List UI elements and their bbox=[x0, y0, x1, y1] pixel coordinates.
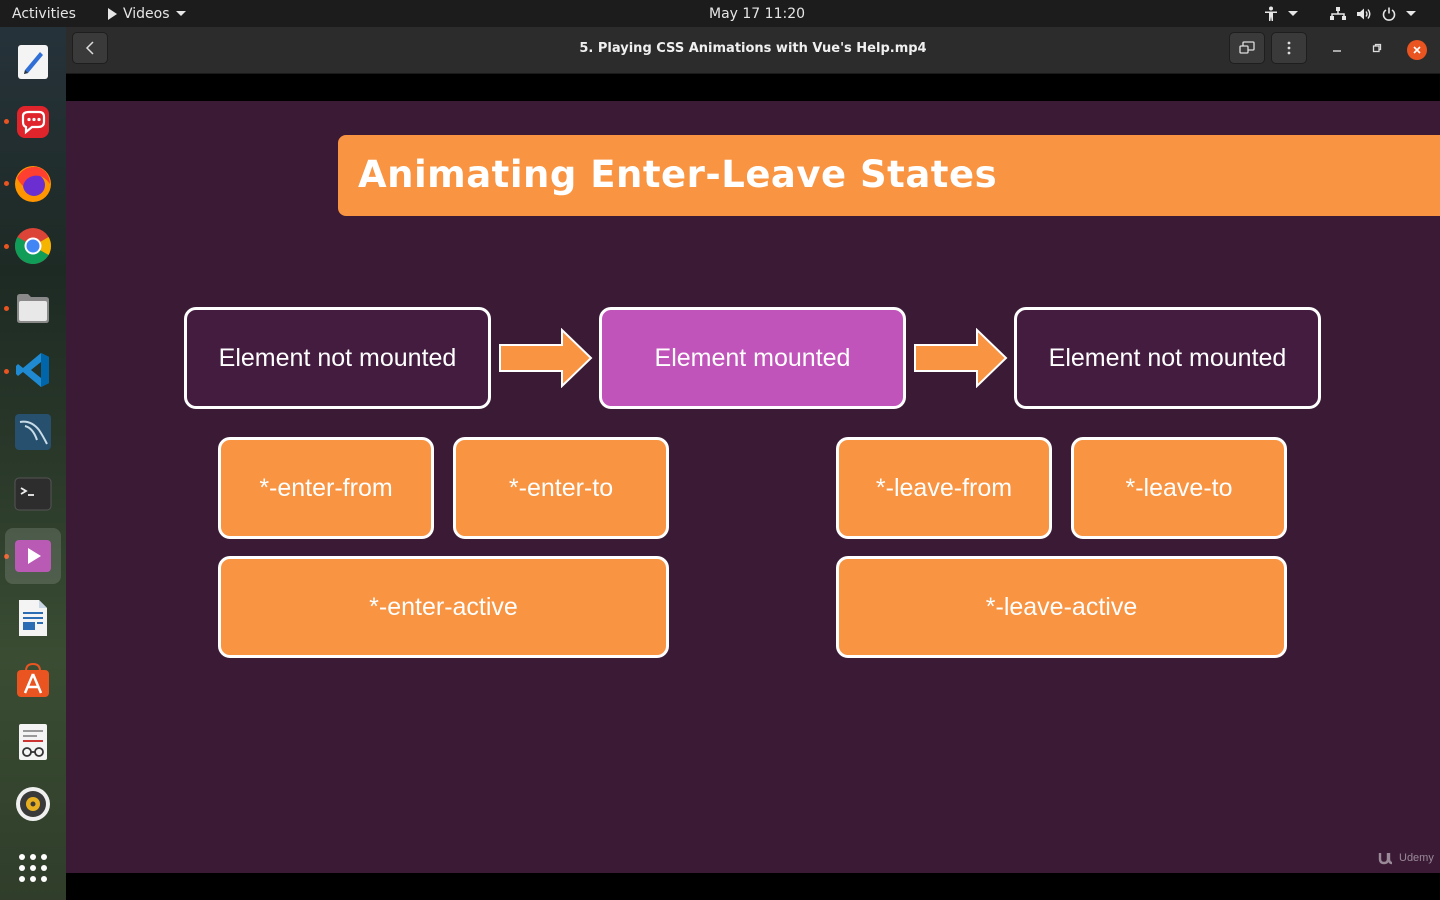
document-viewer-icon bbox=[19, 724, 47, 760]
running-indicator bbox=[4, 181, 9, 186]
minimize-icon bbox=[1333, 50, 1341, 52]
dock-firefox[interactable] bbox=[10, 161, 56, 207]
class-leave-from: *-leave-from bbox=[836, 437, 1052, 539]
mysql-workbench-icon bbox=[15, 414, 51, 450]
running-indicator bbox=[4, 244, 9, 249]
dock-chrome[interactable] bbox=[10, 223, 56, 269]
app-menu-label: Videos bbox=[123, 5, 170, 22]
top-bar: Activities Videos May 17 11:20 bbox=[0, 0, 1440, 27]
chevron-down-icon bbox=[1288, 11, 1298, 16]
close-icon bbox=[1413, 46, 1421, 54]
state-not-mounted-before: Element not mounted bbox=[184, 307, 491, 409]
rhythmbox-icon bbox=[16, 787, 50, 821]
class-leave-to: *-leave-to bbox=[1071, 437, 1287, 539]
accessibility-menu[interactable] bbox=[1264, 0, 1298, 27]
activities-button[interactable]: Activities bbox=[12, 0, 76, 27]
chrome-icon bbox=[14, 228, 52, 265]
dock-mysql-workbench[interactable] bbox=[10, 409, 56, 455]
maximize-button[interactable] bbox=[1364, 35, 1390, 61]
class-label: *-enter-active bbox=[369, 592, 518, 621]
arrow-right-icon bbox=[499, 328, 593, 388]
class-label: *-leave-from bbox=[875, 473, 1013, 502]
app-menu[interactable]: Videos bbox=[108, 0, 186, 27]
dock-rhythmbox[interactable] bbox=[10, 781, 56, 827]
menu-button[interactable] bbox=[1271, 32, 1307, 64]
dock-document-viewer[interactable] bbox=[10, 719, 56, 765]
class-leave-active: *-leave-active bbox=[836, 556, 1287, 658]
power-icon bbox=[1382, 7, 1396, 21]
class-enter-from: *-enter-from bbox=[218, 437, 434, 539]
chevron-down-icon bbox=[1406, 11, 1416, 16]
firefox-icon bbox=[15, 166, 51, 202]
more-vertical-icon bbox=[1287, 41, 1291, 55]
accessibility-icon bbox=[1265, 6, 1277, 21]
running-indicator bbox=[4, 306, 9, 311]
class-label: *-enter-from bbox=[259, 473, 393, 502]
play-icon bbox=[108, 7, 117, 20]
dock-vscode[interactable] bbox=[10, 347, 56, 393]
slide-title-banner: Animating Enter-Leave States bbox=[338, 135, 1440, 216]
clock-label: May 17 11:20 bbox=[709, 5, 806, 22]
show-apps-icon bbox=[19, 854, 47, 882]
system-menu[interactable] bbox=[1330, 0, 1416, 27]
state-label: Element mounted bbox=[654, 343, 851, 372]
udemy-label: Udemy bbox=[1399, 852, 1434, 864]
chevron-down-icon bbox=[175, 11, 186, 16]
video-frame: Animating Enter-Leave States Element not… bbox=[66, 101, 1440, 873]
state-label: Element not mounted bbox=[1048, 343, 1287, 372]
terminal-icon bbox=[14, 477, 52, 511]
vscode-icon bbox=[16, 353, 49, 387]
software-center-icon bbox=[17, 662, 49, 697]
udemy-watermark: Udemy bbox=[1378, 851, 1434, 865]
dock bbox=[0, 27, 66, 900]
class-label: *-leave-active bbox=[985, 592, 1138, 621]
arrow-right-icon bbox=[914, 328, 1008, 388]
window-header: 5. Playing CSS Animations with Vue's Hel… bbox=[66, 27, 1440, 74]
restore-icon bbox=[1372, 43, 1382, 53]
minimize-button[interactable] bbox=[1324, 35, 1350, 61]
picture-in-picture-icon bbox=[1239, 41, 1255, 54]
close-button[interactable] bbox=[1407, 40, 1427, 60]
class-enter-to: *-enter-to bbox=[453, 437, 669, 539]
text-editor-icon bbox=[18, 45, 48, 79]
dock-terminal[interactable] bbox=[10, 471, 56, 517]
class-label: *-leave-to bbox=[1125, 473, 1233, 502]
network-icon bbox=[1330, 6, 1346, 20]
running-indicator bbox=[4, 369, 9, 374]
dock-text-editor[interactable] bbox=[10, 39, 56, 85]
dock-files[interactable] bbox=[10, 285, 56, 331]
udemy-logo-icon bbox=[1378, 853, 1393, 865]
state-mounted: Element mounted bbox=[599, 307, 906, 409]
chat-app-icon bbox=[17, 106, 49, 138]
dock-chat-app[interactable] bbox=[10, 99, 56, 145]
slide-title: Animating Enter-Leave States bbox=[358, 153, 998, 196]
state-not-mounted-after: Element not mounted bbox=[1014, 307, 1321, 409]
class-label: *-enter-to bbox=[508, 473, 614, 502]
files-icon bbox=[17, 294, 49, 323]
picture-in-picture-button[interactable] bbox=[1229, 32, 1265, 64]
clock[interactable]: May 17 11:20 bbox=[709, 0, 805, 27]
writer-icon bbox=[19, 600, 47, 636]
volume-icon bbox=[1357, 8, 1371, 19]
videos-icon bbox=[15, 540, 51, 572]
state-label: Element not mounted bbox=[218, 343, 457, 372]
dock-show-apps[interactable] bbox=[10, 845, 56, 891]
activities-label: Activities bbox=[12, 5, 76, 22]
dock-software-center[interactable] bbox=[10, 657, 56, 703]
running-indicator bbox=[4, 119, 9, 124]
dock-writer[interactable] bbox=[10, 595, 56, 641]
class-enter-active: *-enter-active bbox=[218, 556, 669, 658]
dock-videos[interactable] bbox=[5, 528, 61, 584]
